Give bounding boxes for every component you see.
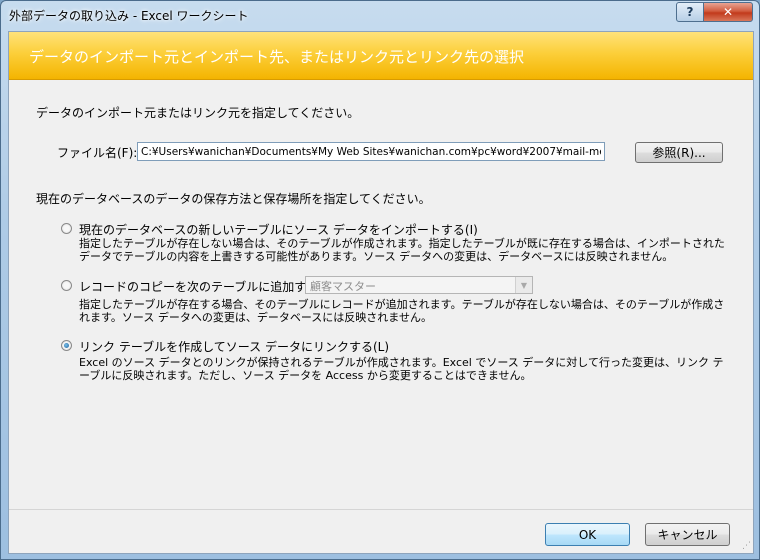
file-name-input[interactable]: [137, 142, 605, 161]
link-table-radio[interactable]: [61, 340, 72, 351]
title-bar[interactable]: 外部データの取り込み - Excel ワークシート ? ✕: [1, 1, 759, 29]
file-name-label: ファイル名(F):: [57, 146, 138, 160]
target-table-select[interactable]: 顧客マスター ▼: [305, 276, 533, 294]
ok-button[interactable]: OK: [545, 523, 630, 546]
help-icon: ?: [686, 5, 694, 19]
append-records-label[interactable]: レコードのコピーを次のテーブルに追加する(A):: [79, 278, 340, 295]
import-new-table-label[interactable]: 現在のデータベースの新しいテーブルにソース データをインポートする(I): [79, 221, 478, 238]
link-table-label[interactable]: リンク テーブルを作成してソース データにリンクする(L): [79, 338, 389, 355]
source-instruction: データのインポート元またはリンク元を指定してください。: [36, 106, 360, 120]
link-table-description: Excel のソース データとのリンクが保持されるテーブルが作成されます。Exc…: [79, 356, 724, 382]
dialog-footer: OK キャンセル ⋰: [9, 510, 753, 553]
import-new-table-description: 指定したテーブルが存在しない場合は、そのテーブルが作成されます。指定したテーブル…: [79, 237, 725, 263]
append-records-description: 指定したテーブルが存在する場合、そのテーブルにレコードが追加されます。テーブルが…: [79, 298, 725, 324]
browse-button[interactable]: 参照(R)...: [635, 142, 723, 163]
help-button[interactable]: ?: [676, 2, 704, 22]
resize-grip-icon[interactable]: ⋰: [742, 541, 751, 551]
cancel-button[interactable]: キャンセル: [645, 523, 730, 546]
storage-instruction: 現在のデータベースのデータの保存方法と保存場所を指定してください。: [36, 192, 431, 206]
close-button[interactable]: ✕: [703, 2, 753, 22]
import-dialog-window: 外部データの取り込み - Excel ワークシート ? ✕ データのインポート元…: [0, 0, 760, 560]
close-icon: ✕: [722, 5, 734, 19]
header-banner: データのインポート元とインポート先、またはリンク元とリンク先の選択: [9, 32, 753, 80]
import-new-table-radio[interactable]: [61, 223, 72, 234]
window-title: 外部データの取り込み - Excel ワークシート: [9, 9, 249, 23]
banner-title: データのインポート元とインポート先、またはリンク元とリンク先の選択: [29, 48, 525, 66]
chevron-down-icon[interactable]: ▼: [515, 277, 532, 293]
dialog-client-area: データのインポート元とインポート先、またはリンク元とリンク先の選択 データのイン…: [8, 31, 754, 554]
append-records-radio[interactable]: [61, 280, 72, 291]
target-table-value: 顧客マスター: [310, 280, 376, 293]
